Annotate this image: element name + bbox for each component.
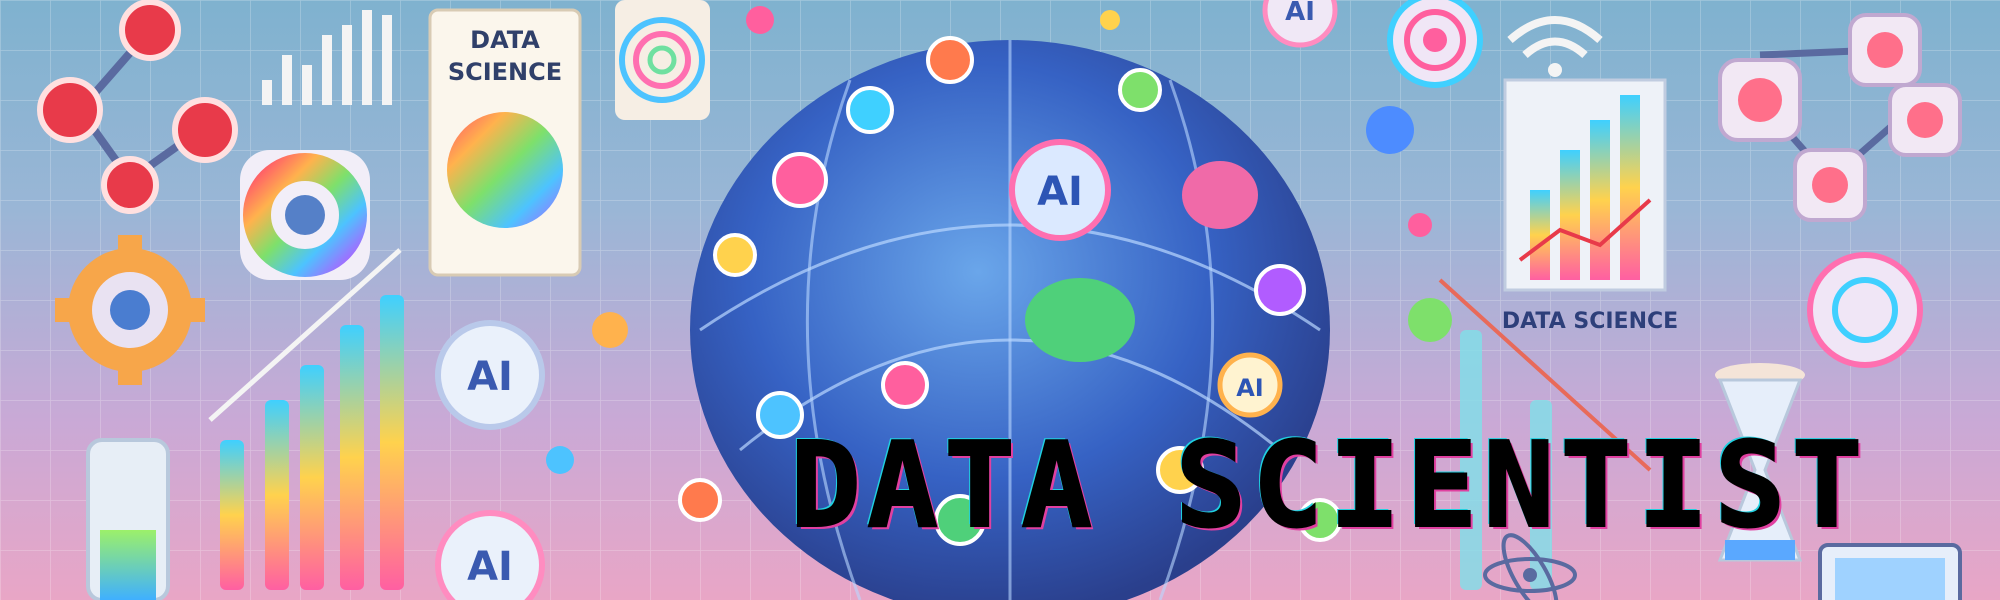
- donut-chart-icon: [240, 150, 370, 280]
- svg-text:AI: AI: [467, 354, 513, 400]
- target-icon: [1387, 0, 1483, 88]
- brain-icon: [1025, 278, 1135, 362]
- data-science-poster: DATA SCIENCE: [428, 8, 582, 277]
- ai-badge-bottom: AI: [435, 510, 545, 600]
- svg-text:AI: AI: [467, 544, 513, 590]
- right-bar-chart-icon: [1503, 78, 1667, 292]
- banner: DATA SCIENCE AI AI AI AI AI DATA SCIENCE…: [0, 0, 2000, 600]
- svg-text:DATA: DATA: [470, 26, 540, 54]
- swirl-badge: [615, 0, 710, 120]
- svg-text:AI: AI: [1236, 374, 1264, 402]
- ai-badge-top: AI: [1262, 0, 1338, 48]
- test-tube-icon: [86, 438, 170, 600]
- headline-title: DATA SCIENTIST: [789, 416, 1869, 554]
- svg-text:SCIENCE: SCIENCE: [448, 58, 562, 86]
- right-caption: DATA SCIENCE: [1502, 309, 1678, 334]
- svg-text:AI: AI: [1037, 169, 1083, 215]
- svg-text:AI: AI: [1285, 0, 1315, 27]
- ai-badge-left: AI: [435, 320, 545, 430]
